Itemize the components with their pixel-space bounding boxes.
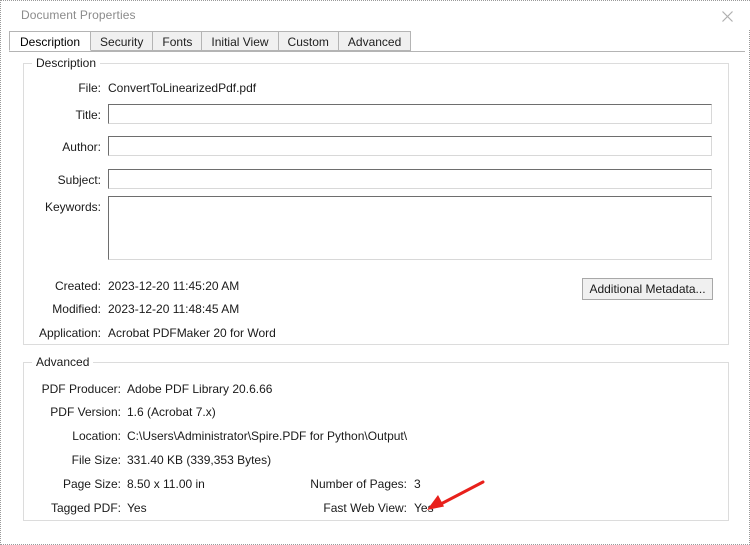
keywords-textarea[interactable] [108, 196, 712, 260]
fast-web-view-value: Yes [414, 501, 434, 515]
file-label: File: [78, 81, 101, 95]
tab-security[interactable]: Security [90, 31, 154, 51]
modified-label: Modified: [52, 302, 101, 316]
close-icon[interactable] [710, 4, 744, 28]
fast-web-view-label: Fast Web View: [323, 501, 407, 515]
number-of-pages-value: 3 [414, 477, 421, 491]
advanced-group-legend: Advanced [32, 355, 94, 369]
tab-fonts[interactable]: Fonts [152, 31, 203, 51]
application-value: Acrobat PDFMaker 20 for Word [108, 326, 276, 340]
location-label: Location: [72, 429, 121, 443]
file-value: ConvertToLinearizedPdf.pdf [108, 81, 257, 95]
tagged-pdf-label: Tagged PDF: [50, 501, 121, 515]
title-label: Title: [75, 108, 101, 122]
pdf-producer-value: Adobe PDF Library 20.6.66 [127, 382, 273, 396]
keywords-label: Keywords: [44, 200, 101, 214]
tab-bar-underline [9, 51, 745, 52]
tab-custom[interactable]: Custom [277, 31, 339, 51]
description-group-legend: Description [32, 56, 101, 70]
tab-advanced[interactable]: Advanced [337, 31, 412, 51]
author-input[interactable] [108, 136, 712, 156]
tab-initial-view[interactable]: Initial View [201, 31, 279, 51]
title-input[interactable] [108, 104, 712, 124]
window-title: Document Properties [21, 8, 136, 22]
pdf-version-label: PDF Version: [50, 405, 121, 419]
tab-description[interactable]: Description [9, 31, 92, 51]
number-of-pages-label: Number of Pages: [310, 477, 407, 491]
file-size-label: File Size: [71, 453, 121, 467]
created-label: Created: [54, 279, 101, 293]
created-value: 2023-12-20 11:45:20 AM [108, 279, 240, 293]
subject-input[interactable] [108, 169, 712, 189]
tagged-pdf-value: Yes [127, 501, 147, 515]
document-properties-window: Document Properties Description Security… [0, 0, 750, 545]
file-size-value: 331.40 KB (339,353 Bytes) [127, 453, 272, 467]
page-size-label: Page Size: [62, 477, 121, 491]
window-titlebar: Document Properties [2, 2, 750, 29]
modified-value: 2023-12-20 11:48:45 AM [108, 302, 240, 316]
author-label: Author: [62, 140, 101, 154]
pdf-producer-label: PDF Producer: [41, 382, 121, 396]
subject-label: Subject: [57, 173, 101, 187]
pdf-version-value: 1.6 (Acrobat 7.x) [127, 405, 216, 419]
tab-bar: Description Security Fonts Initial View … [9, 31, 745, 52]
page-size-value: 8.50 x 11.00 in [127, 477, 205, 491]
location-value: C:\Users\Administrator\Spire.PDF for Pyt… [127, 429, 408, 443]
additional-metadata-button[interactable]: Additional Metadata... [582, 278, 713, 300]
application-label: Application: [38, 326, 101, 340]
